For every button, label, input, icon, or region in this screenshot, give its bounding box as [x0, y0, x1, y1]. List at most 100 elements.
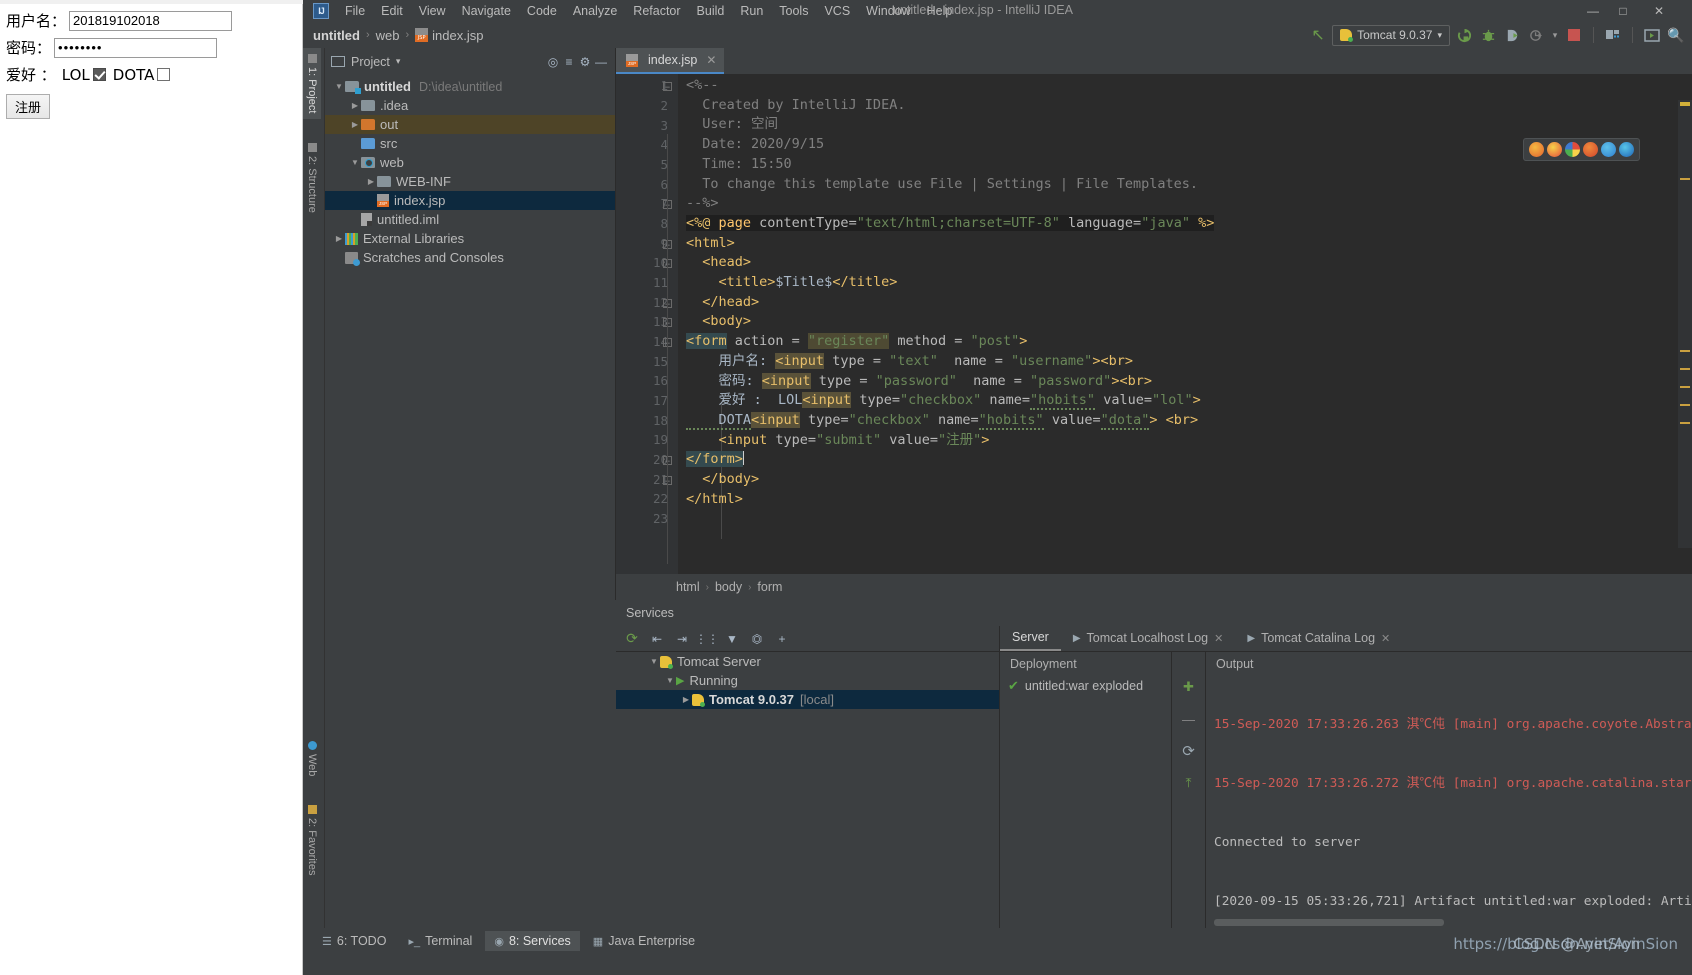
- firefox-browser-icon[interactable]: [1529, 142, 1544, 157]
- collapse-all-icon[interactable]: ⇥: [674, 631, 690, 647]
- window-maximize-button[interactable]: □: [1610, 2, 1636, 20]
- firefox-dev-browser-icon[interactable]: [1583, 142, 1598, 157]
- warning-marker[interactable]: [1680, 422, 1690, 424]
- hide-icon[interactable]: ↖: [1308, 25, 1328, 45]
- tool-tab-services[interactable]: ◉ 8: Services: [485, 931, 580, 951]
- chevron-down-icon[interactable]: ▼: [333, 82, 345, 91]
- menu-navigate[interactable]: Navigate: [454, 2, 519, 20]
- breadcrumb-index-jsp[interactable]: index.jsp: [415, 28, 483, 43]
- menu-code[interactable]: Code: [519, 2, 565, 20]
- gear-icon[interactable]: ⚙: [577, 54, 593, 70]
- stop-icon[interactable]: [1564, 25, 1584, 45]
- tree-node-out[interactable]: ▶ out: [325, 115, 615, 134]
- expand-all-icon[interactable]: ⇤: [649, 631, 665, 647]
- dota-checkbox[interactable]: [157, 68, 171, 81]
- services-node-tomcat-server[interactable]: ▼ Tomcat Server: [616, 652, 999, 671]
- warning-marker[interactable]: [1680, 350, 1690, 352]
- chevron-down-icon[interactable]: ▾: [396, 56, 401, 67]
- tab-tomcat-localhost-log[interactable]: ▶ Tomcat Localhost Log ✕: [1061, 625, 1236, 651]
- breadcrumb-untitled[interactable]: untitled: [313, 28, 360, 43]
- sidebar-item-web[interactable]: Web: [303, 735, 321, 782]
- add-icon[interactable]: +: [774, 631, 790, 647]
- tool-tab-todo[interactable]: ☰ 6: TODO: [313, 931, 395, 951]
- menu-edit[interactable]: Edit: [373, 2, 411, 20]
- username-input[interactable]: [69, 10, 233, 31]
- project-structure-icon[interactable]: [1603, 25, 1623, 45]
- edge-browser-icon[interactable]: [1601, 142, 1616, 157]
- tool-tab-terminal[interactable]: ▸_ Terminal: [399, 931, 481, 951]
- refresh-icon[interactable]: ⟳: [1180, 742, 1198, 760]
- tree-node-external-libraries[interactable]: ▶ External Libraries: [325, 229, 615, 248]
- tree-node-untitled-iml[interactable]: untitled.iml: [325, 210, 615, 229]
- chevron-down-icon[interactable]: ▼: [349, 158, 361, 167]
- chevron-right-icon[interactable]: ▶: [349, 101, 361, 110]
- lol-checkbox[interactable]: [92, 68, 106, 81]
- menu-vcs[interactable]: VCS: [816, 2, 858, 20]
- editor-marker-bar[interactable]: [1678, 100, 1692, 548]
- chrome-browser-icon[interactable]: [1565, 142, 1580, 157]
- close-icon[interactable]: ✕: [1214, 632, 1223, 645]
- hide-panel-icon[interactable]: —: [593, 54, 609, 70]
- output-log[interactable]: 15-Sep-2020 17:33:26.263 淇℃伅 [main] org.…: [1214, 676, 1692, 912]
- chevron-right-icon[interactable]: ▶: [349, 120, 361, 129]
- debug-icon[interactable]: [1478, 25, 1498, 45]
- coverage-icon[interactable]: [1502, 25, 1522, 45]
- sidebar-item-structure[interactable]: 2: Structure: [303, 137, 321, 219]
- code-editor[interactable]: 1 2 3 4 5 6 7 8 9 10 11 12 13 14 15 16 1…: [616, 74, 1692, 574]
- add-frame-icon[interactable]: ⏣: [749, 631, 765, 647]
- chevron-right-icon[interactable]: ▶: [333, 234, 345, 243]
- rerun-icon[interactable]: ⟳: [624, 630, 640, 647]
- tree-node-idea[interactable]: ▶ .idea: [325, 96, 615, 115]
- tree-node-index-jsp[interactable]: index.jsp: [325, 191, 615, 210]
- tree-node-untitled[interactable]: ▼ untitled D:\idea\untitled: [325, 77, 615, 96]
- close-icon[interactable]: ✕: [1381, 632, 1390, 645]
- menu-tools[interactable]: Tools: [771, 2, 816, 20]
- tab-index-jsp[interactable]: index.jsp ✕: [616, 48, 725, 74]
- scroll-from-source-icon[interactable]: ◎: [545, 54, 561, 70]
- editor-breadcrumb-form[interactable]: form: [757, 580, 782, 594]
- group-icon[interactable]: ⋮⋮: [695, 631, 719, 647]
- tree-node-web-inf[interactable]: ▶ WEB-INF: [325, 172, 615, 191]
- password-input[interactable]: [54, 37, 218, 58]
- warning-marker[interactable]: [1680, 404, 1690, 406]
- search-icon[interactable]: 🔍: [1666, 25, 1686, 45]
- editor-breadcrumb-body[interactable]: body: [715, 580, 742, 594]
- tree-node-web[interactable]: ▼ web: [325, 153, 615, 172]
- window-close-button[interactable]: ✕: [1646, 2, 1672, 20]
- menu-refactor[interactable]: Refactor: [625, 2, 688, 20]
- profiler-icon[interactable]: [1526, 25, 1546, 45]
- inspection-status-icon[interactable]: [1680, 102, 1690, 106]
- warning-marker[interactable]: [1680, 386, 1690, 388]
- tree-node-scratches[interactable]: Scratches and Consoles: [325, 248, 615, 267]
- menu-view[interactable]: View: [411, 2, 454, 20]
- services-node-running[interactable]: ▼ ▶ Running: [616, 671, 999, 690]
- redeploy-icon[interactable]: ✚: [1180, 678, 1198, 696]
- menu-build[interactable]: Build: [689, 2, 733, 20]
- run-anything-icon[interactable]: [1642, 25, 1662, 45]
- fold-marker[interactable]: −: [663, 82, 672, 92]
- deployment-item[interactable]: ✔ untitled:war exploded: [1000, 676, 1171, 696]
- tab-tomcat-catalina-log[interactable]: ▶ Tomcat Catalina Log ✕: [1235, 625, 1402, 651]
- undeploy-icon[interactable]: —: [1180, 710, 1198, 728]
- run-configuration-selector[interactable]: Tomcat 9.0.37 ▾: [1332, 24, 1450, 46]
- sidebar-item-project[interactable]: 1: Project: [303, 48, 321, 120]
- collapse-all-icon[interactable]: ≡: [561, 54, 577, 70]
- filter-icon[interactable]: ▼: [724, 631, 740, 647]
- editor-breadcrumb-html[interactable]: html: [676, 580, 700, 594]
- chevron-down-icon[interactable]: ▼: [664, 676, 676, 685]
- chevron-down-icon[interactable]: ▼: [648, 657, 660, 666]
- update-resources-icon[interactable]: ⤒: [1180, 774, 1198, 792]
- chevron-right-icon[interactable]: ▶: [680, 695, 692, 704]
- register-button[interactable]: 注册: [6, 94, 51, 119]
- close-icon[interactable]: ✕: [706, 53, 716, 67]
- sidebar-item-favorites[interactable]: 2: Favorites: [303, 799, 321, 881]
- chevron-right-icon[interactable]: ▶: [365, 177, 377, 186]
- log-horizontal-scrollbar[interactable]: [1214, 919, 1444, 926]
- warning-marker[interactable]: [1680, 178, 1690, 180]
- tool-tab-java-enterprise[interactable]: ▦ Java Enterprise: [584, 931, 704, 951]
- tree-node-src[interactable]: src: [325, 134, 615, 153]
- services-node-tomcat-local[interactable]: ▶ Tomcat 9.0.37 [local]: [616, 690, 999, 709]
- profiler-dropdown-icon[interactable]: ▾: [1550, 25, 1560, 45]
- menu-analyze[interactable]: Analyze: [565, 2, 625, 20]
- window-minimize-button[interactable]: —: [1580, 2, 1606, 20]
